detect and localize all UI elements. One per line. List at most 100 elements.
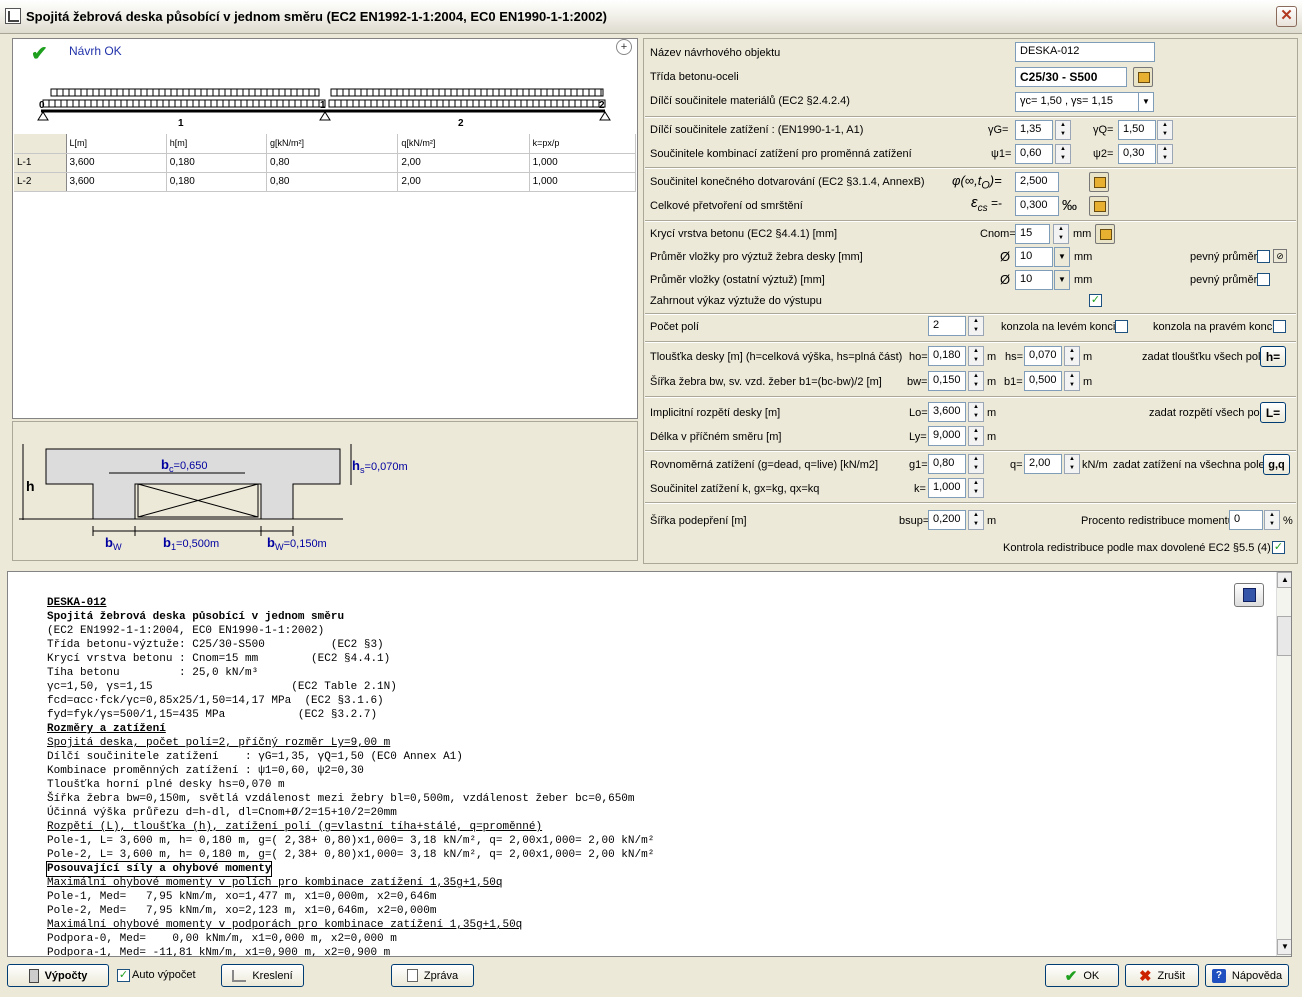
report-line: Rozměry a zatížení [47,723,166,735]
psi2-spinner[interactable]: ▲ ▼ [1157,144,1173,164]
ly-input[interactable]: 9,000 [928,426,966,446]
spans-input[interactable]: 2 [928,316,966,336]
chevron-down-icon[interactable]: ▼ [1138,92,1154,112]
gammaG-input[interactable]: 1,35 [1015,120,1053,140]
table-cell[interactable]: 2,00 [397,153,530,173]
diameter-symbol: Ø [1000,249,1011,264]
other-diameter-input[interactable]: 10 [1015,270,1053,290]
beam-diagram: 0 1 2 1 2 [37,88,611,126]
redistribution-spinner[interactable]: ▲ ▼ [1264,510,1280,530]
right-cantilever-checkbox[interactable] [1273,320,1286,333]
name-input[interactable]: DESKA-012 [1015,42,1155,62]
b1-input[interactable]: 0,500 [1024,371,1062,391]
redistribution-input[interactable]: 0 [1229,510,1263,530]
chevron-down-icon[interactable]: ▼ [1054,247,1070,267]
table-cell[interactable]: 0,180 [166,172,268,192]
chevron-down-icon[interactable]: ▼ [1054,270,1070,290]
class-input[interactable]: C25/30 - S500 [1015,67,1127,87]
table-row[interactable]: L-2 3,600 0,180 0,80 2,00 1,000 [14,172,637,192]
report-line: Tloušťka horní plné desky hs=0,070 m [47,779,285,791]
material-factors-select[interactable]: γc= 1,50 , γs= 1,15 [1015,92,1139,112]
g1-input[interactable]: 0,80 [928,454,966,474]
table-cell[interactable]: 0,80 [266,153,399,173]
diameter-icon[interactable]: ⊘ [1273,249,1287,263]
include-report-checkbox[interactable]: ✓ [1089,294,1102,307]
rib-diameter-input[interactable]: 10 [1015,247,1053,267]
bw-input[interactable]: 0,150 [928,371,966,391]
k-spinner[interactable]: ▲ ▼ [968,478,984,498]
b1-label: b1=0,500m [163,535,220,553]
bw-value-label: bW=0,150m [267,535,327,553]
g1-spinner[interactable]: ▲ ▼ [968,454,984,474]
help-button[interactable]: ? Nápověda [1205,964,1289,987]
scrollbar-thumb[interactable] [1277,616,1291,656]
left-cantilever-label: konzola na levém konci [1001,321,1116,333]
cancel-button[interactable]: ✖ Zrušit [1125,964,1199,987]
report-button[interactable]: Zpráva [391,964,474,987]
k-input[interactable]: 1,000 [928,478,966,498]
calculator-icon [28,968,39,983]
q-spinner[interactable]: ▲ ▼ [1064,454,1080,474]
fixed-diameter-checkbox[interactable] [1257,250,1270,263]
ho-spinner[interactable]: ▲ ▼ [968,346,984,366]
shrink-help-icon[interactable] [1089,196,1109,216]
psi2-label: ψ2= [1093,148,1114,160]
table-cell[interactable]: 3,600 [66,153,167,173]
load-factors-label: Dílčí součinitele zatížení : (EN1990-1-1… [650,124,864,136]
lo-input[interactable]: 3,600 [928,402,966,422]
gammaQ-input[interactable]: 1,50 [1118,120,1156,140]
set-all-load-button[interactable]: g,q [1263,454,1290,475]
auto-calc-checkbox[interactable]: ✓ [117,969,130,982]
gammaQ-spinner[interactable]: ▲ ▼ [1157,120,1173,140]
table-cell[interactable]: 0,180 [166,153,268,173]
table-cell[interactable]: 1,000 [529,172,637,192]
save-report-icon[interactable] [1234,583,1264,607]
q-input[interactable]: 2,00 [1024,454,1062,474]
cover-help-icon[interactable] [1095,224,1115,244]
k-label: k= [914,483,926,495]
ly-spinner[interactable]: ▲ ▼ [968,426,984,446]
gammaG-spinner[interactable]: ▲ ▼ [1055,120,1071,140]
cnom-spinner[interactable]: ▲ ▼ [1053,224,1069,244]
scrollbar[interactable]: ▲ ▼ [1276,572,1291,956]
ho-input[interactable]: 0,180 [928,346,966,366]
transverse-label: Délka v příčném směru [m] [650,431,782,443]
draw-button[interactable]: Kreslení [221,964,304,987]
ok-button[interactable]: ✔ OK [1045,964,1119,987]
close-button[interactable]: ✕ [1276,6,1297,27]
psi2-input[interactable]: 0,30 [1118,144,1156,164]
spans-spinner[interactable]: ▲ ▼ [968,316,984,336]
report-line: Maximální ohybové momenty v podporách pr… [47,919,523,931]
bw-spinner[interactable]: ▲ ▼ [968,371,984,391]
creep-help-icon[interactable] [1089,172,1109,192]
fixed-diameter-checkbox-2[interactable] [1257,273,1270,286]
shrink-input[interactable]: 0,300 [1015,196,1059,216]
hs-spinner[interactable]: ▲ ▼ [1064,346,1080,366]
table-cell[interactable]: 2,00 [397,172,530,192]
input-form: Název návrhového objektu DESKA-012 Třída… [643,38,1298,564]
bsup-input[interactable]: 0,200 [928,510,966,530]
bsup-spinner[interactable]: ▲ ▼ [968,510,984,530]
spans-table[interactable]: L[m] h[m] g[kN/m²] q[kN/m²] k=px/p L-1 3… [14,134,637,192]
psi1-spinner[interactable]: ▲ ▼ [1055,144,1071,164]
set-all-span-button[interactable]: L= [1260,402,1286,423]
fixed-diameter-label: pevný průměr [1190,251,1258,263]
zoom-icon[interactable]: + [616,39,632,55]
table-cell[interactable]: 3,600 [66,172,167,192]
cnom-input[interactable]: 15 [1015,224,1050,244]
table-cell[interactable]: 1,000 [529,153,637,173]
hs-input[interactable]: 0,070 [1024,346,1062,366]
table-cell[interactable]: 0,80 [266,172,399,192]
set-all-thickness-button[interactable]: h= [1260,346,1286,367]
b1-spinner[interactable]: ▲ ▼ [1064,371,1080,391]
lo-spinner[interactable]: ▲ ▼ [968,402,984,422]
report-panel[interactable]: DESKA-012 Spojitá žebrová deska působící … [7,571,1292,957]
edit-class-icon[interactable] [1133,67,1153,87]
redistribution-check-checkbox[interactable]: ✓ [1272,541,1285,554]
creep-input[interactable]: 2,500 [1015,172,1059,192]
psi1-input[interactable]: 0,60 [1015,144,1053,164]
redistribution-check-label: Kontrola redistribuce podle max dovolené… [1003,542,1271,554]
calculations-button[interactable]: Výpočty [7,964,109,987]
table-row[interactable]: L-1 3,600 0,180 0,80 2,00 1,000 [14,153,637,173]
left-cantilever-checkbox[interactable] [1115,320,1128,333]
